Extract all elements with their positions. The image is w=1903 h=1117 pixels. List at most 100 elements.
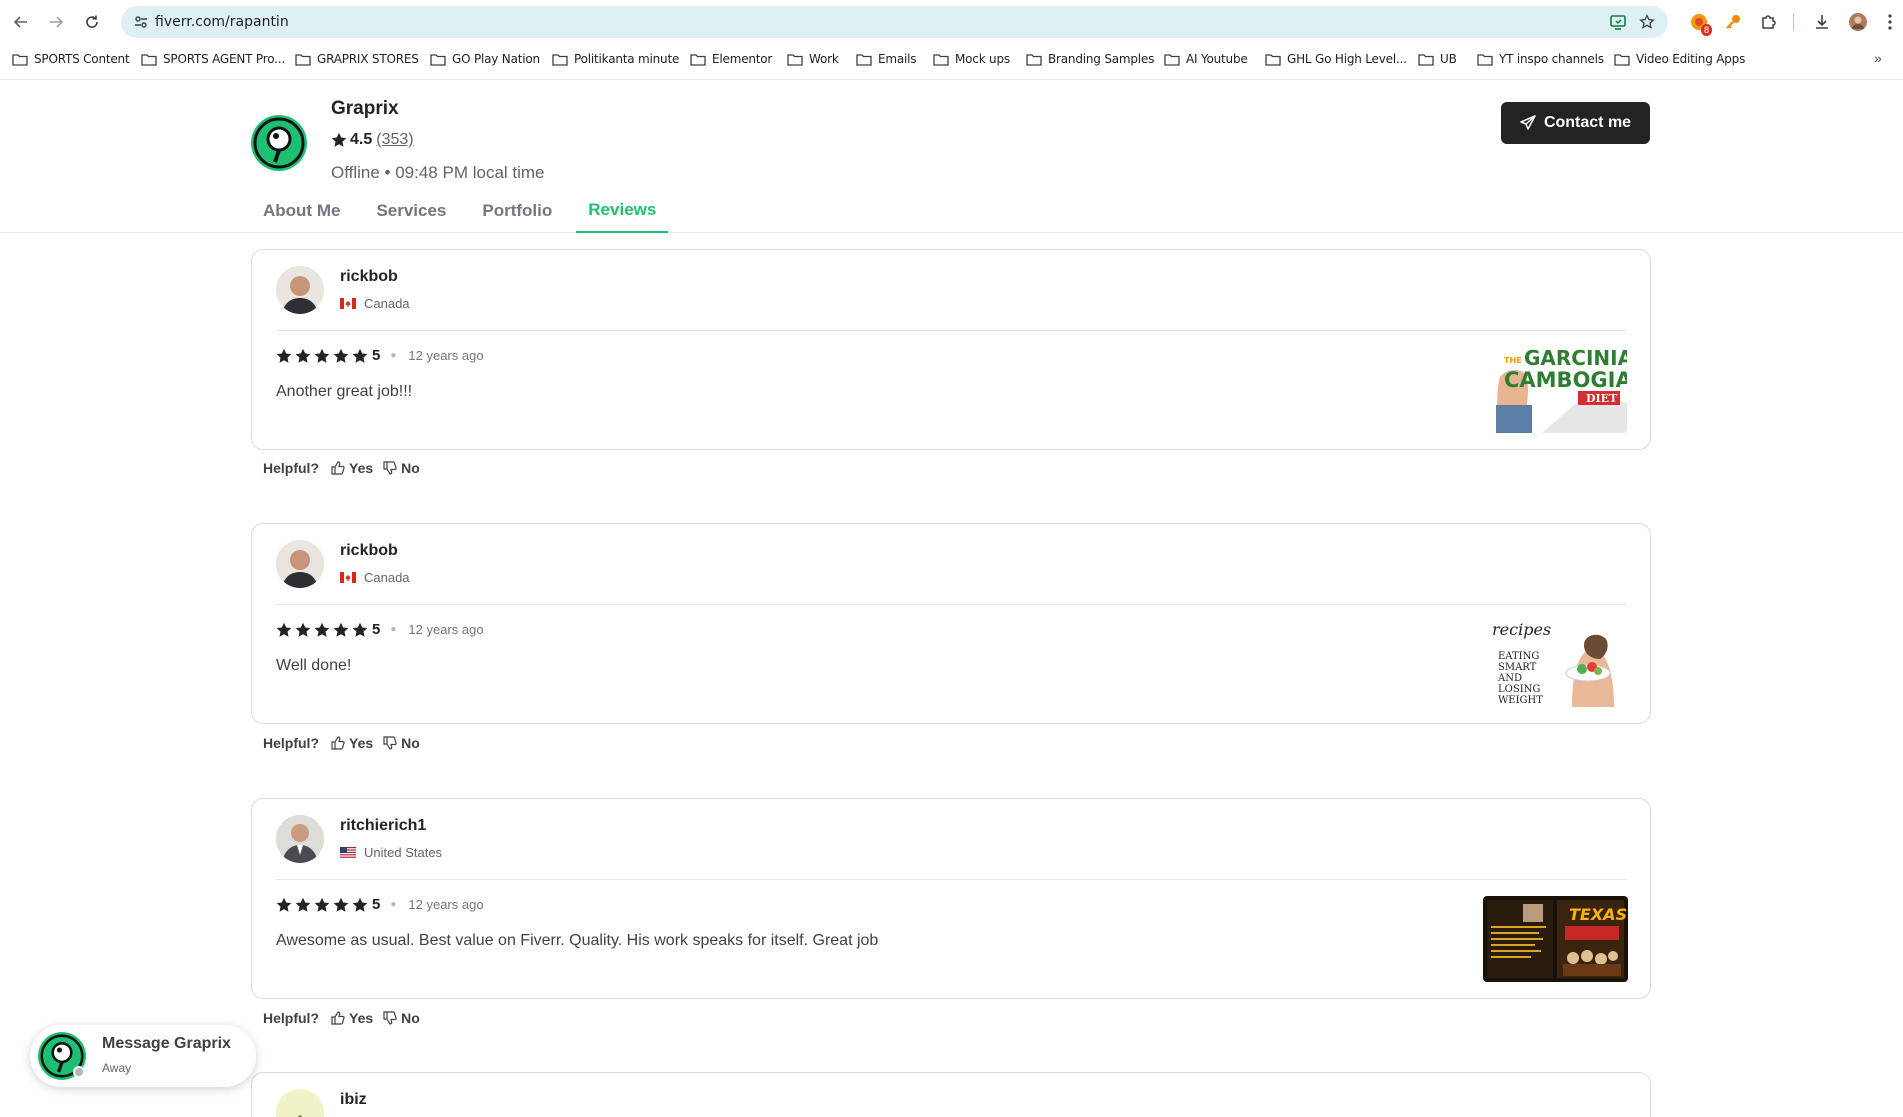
helpful-no-button[interactable]: No [383,735,420,751]
reload-icon [86,15,98,28]
extension-button-2[interactable] [1722,11,1744,33]
bookmark-item[interactable]: Branding Samples [1026,50,1154,68]
bookmark-item[interactable]: Work [787,50,839,68]
review-thumbnail[interactable]: recipes EATING SMART AND LOSING WEIGHT [1482,621,1627,707]
review-date: 12 years ago [408,897,484,912]
bookmark-item[interactable]: Elementor [690,50,772,68]
thumbs-down-icon [383,1011,397,1025]
helpful-yes-button[interactable]: Yes [331,460,373,476]
bookmark-star-button[interactable] [1637,12,1657,32]
review-text: Awesome as usual. Best value on Fiverr. … [276,932,879,949]
arrow-right-icon [50,16,64,28]
helpful-row: Helpful? Yes No [263,735,430,751]
browser-menu-button[interactable] [1883,11,1897,33]
extension-button-1[interactable]: 8 [1688,11,1712,36]
seller-rating: 4.5 (353) [331,131,414,149]
folder-icon [787,53,803,66]
recipes-cover-image: recipes EATING SMART AND LOSING WEIGHT [1482,621,1627,707]
thumb-text: TEXAS [1569,905,1627,924]
person-photo-icon [276,815,324,863]
helpful-no-button[interactable]: No [383,1010,420,1026]
helpful-no-button[interactable]: No [383,460,420,476]
review-thumbnail[interactable]: THE GARCINIA CAMBOGIA DIET [1482,347,1627,433]
tab-services[interactable]: Services [364,188,458,233]
review-rating: 5 ● 12 years ago [276,347,484,364]
reviewer-name[interactable]: ritchierich1 [340,817,426,835]
folder-icon [141,53,157,66]
review-card: ritchierich1 United States 5 ● 12 years … [251,798,1651,999]
reviewer-avatar[interactable]: I [276,1089,324,1117]
address-bar[interactable]: fiverr.com/rapantin [121,6,1668,38]
folder-icon [1164,53,1180,66]
bookmark-item[interactable]: SPORTS Content [12,50,130,68]
thumbs-up-icon [331,1011,345,1025]
five-stars-icon [276,348,368,363]
url-text[interactable]: fiverr.com/rapantin [155,14,289,30]
bookmark-item[interactable]: YT inspo channels [1477,50,1604,68]
review-divider [276,879,1627,880]
reviewer-avatar[interactable] [276,815,324,863]
garcinia-cover-image: THE GARCINIA CAMBOGIA DIET [1482,347,1627,433]
helpful-yes-button[interactable]: Yes [331,1010,373,1026]
reviewer-avatar[interactable] [276,540,324,588]
review-card: rickbob Canada 5 ● 12 years ago Well don… [251,523,1651,724]
cast-button[interactable] [1608,12,1628,32]
folder-icon [1418,53,1434,66]
person-photo-icon [276,540,324,588]
thumbs-down-icon [383,461,397,475]
reviewer-name[interactable]: rickbob [340,268,398,286]
helpful-yes-button[interactable]: Yes [331,735,373,751]
thumb-text: WEIGHT [1498,695,1543,706]
tab-about-me[interactable]: About Me [251,188,352,233]
separator-dot: ● [390,350,397,361]
helpful-label: Helpful? [263,735,319,751]
helpful-label: Helpful? [263,1010,319,1026]
thumbs-up-icon [331,461,345,475]
extensions-menu-button[interactable] [1758,11,1780,33]
bookmark-item[interactable]: AI Youtube [1164,50,1248,68]
tab-portfolio[interactable]: Portfolio [470,188,564,233]
folder-icon [1265,53,1281,66]
review-thumbnail[interactable]: TEXAS [1483,896,1628,982]
kebab-menu-icon [1888,14,1892,30]
bookmark-item[interactable]: GO Play Nation [430,50,540,68]
helpful-row: Helpful? Yes No [263,1010,430,1026]
thumb-text: SMART [1498,662,1537,673]
folder-icon [430,53,446,66]
seller-name: Graprix [331,98,399,119]
profile-tabs: About Me Services Portfolio Reviews [251,188,680,233]
bookmark-item[interactable]: GHL Go High Level... [1265,50,1407,68]
bookmark-item[interactable]: Emails [856,50,917,68]
bookmarks-bar: SPORTS Content SPORTS AGENT Pro... GRAPR… [0,44,1903,72]
screen-share-icon [1610,15,1626,30]
microphone-logo-icon [253,117,305,169]
folder-icon [1026,53,1042,66]
contact-me-button[interactable]: Contact me [1501,102,1650,144]
bookmarks-overflow-button[interactable]: » [1874,50,1882,66]
thumb-text: LOSING [1498,684,1540,695]
bookmark-item[interactable]: UB [1418,50,1457,68]
forward-button[interactable] [44,10,68,34]
review-text: Another great job!!! [276,383,413,400]
back-button[interactable] [9,10,33,34]
reviewer-country: Canada [340,570,410,585]
bookmark-item[interactable]: Video Editing Apps [1614,50,1745,68]
profile-avatar-button[interactable] [1847,11,1869,33]
reviewer-name[interactable]: rickbob [340,542,398,560]
bookmark-item[interactable]: SPORTS AGENT Pro... [141,50,285,68]
seller-avatar[interactable] [251,115,307,171]
site-info-icon[interactable] [133,14,149,30]
bookmark-item[interactable]: GRAPRIX STORES [295,50,419,68]
reload-button[interactable] [80,10,104,34]
tab-reviews[interactable]: Reviews [576,188,669,233]
thumb-text: THE [1504,356,1522,365]
reviewer-avatar[interactable] [276,266,324,314]
folder-icon [856,53,872,66]
message-seller-widget[interactable]: Message Graprix Away [30,1025,256,1087]
bookmark-item[interactable]: Politikanta minute [552,50,679,68]
rating-count-link[interactable]: (353) [376,131,413,149]
review-score: 5 [372,896,381,913]
bookmark-item[interactable]: Mock ups [933,50,1010,68]
downloads-button[interactable] [1811,11,1833,33]
reviewer-name[interactable]: ibiz [340,1091,367,1109]
